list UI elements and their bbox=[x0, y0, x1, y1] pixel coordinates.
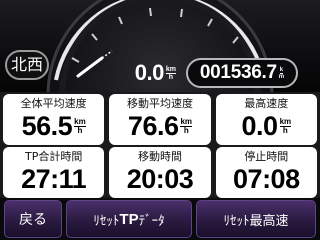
bottom-button-bar: 戻る ﾘｾｯﾄ TP ﾃﾞｰﾀ ﾘｾｯﾄ最高速 bbox=[0, 198, 320, 240]
stat-value: 20:03 bbox=[126, 164, 194, 194]
stat-moving-average-speed: 移動平均速度 76.6 km h bbox=[109, 94, 211, 145]
stat-value: 27:11 bbox=[21, 164, 87, 194]
stats-row-speeds: 全体平均速度 56.5 km h 移動平均速度 76.6 km h 最高速度 0… bbox=[1, 94, 319, 145]
stat-value: 07:08 bbox=[233, 164, 300, 194]
speed-unit-bottom: h bbox=[168, 73, 174, 81]
stat-label: 停止時間 bbox=[244, 150, 289, 163]
dashboard-panel: 北西 0.0 km h 001536.7 k m bbox=[0, 0, 320, 92]
odometer-unit-top: k bbox=[279, 66, 284, 74]
stats-row-times: TP合計時間 27:11 移動時間 20:03 停止時間 07:08 bbox=[1, 147, 319, 198]
stat-unit: km h bbox=[279, 116, 292, 135]
stat-stopped-time: 停止時間 07:08 bbox=[215, 147, 317, 198]
stat-unit: km h bbox=[180, 116, 193, 135]
stat-label: 全体平均速度 bbox=[20, 97, 87, 110]
stat-label: TP合計時間 bbox=[24, 150, 83, 163]
speed-unit: km h bbox=[165, 65, 176, 81]
current-speed: 0.0 km h bbox=[104, 62, 176, 84]
current-speed-value: 0.0 bbox=[134, 60, 165, 85]
stat-value: 56.5 bbox=[21, 111, 73, 141]
odometer-unit-bottom: m bbox=[278, 73, 285, 80]
reset-tp-bold: TP bbox=[119, 210, 139, 228]
speed-unit-top: km bbox=[165, 65, 176, 74]
stat-unit: km h bbox=[74, 116, 86, 135]
reset-trip-data-button[interactable]: ﾘｾｯﾄ TP ﾃﾞｰﾀ bbox=[66, 200, 192, 238]
odometer-value: 001536.7 bbox=[199, 62, 277, 83]
stat-label: 移動時間 bbox=[137, 150, 182, 163]
reset-tp-suffix: ﾃﾞｰﾀ bbox=[138, 213, 165, 229]
stat-moving-time: 移動時間 20:03 bbox=[109, 147, 211, 198]
stat-overall-average-speed: 全体平均速度 56.5 km h bbox=[3, 94, 105, 145]
stat-label: 最高速度 bbox=[244, 97, 289, 110]
stat-label: 移動平均速度 bbox=[126, 97, 193, 110]
trip-stats-grid: 全体平均速度 56.5 km h 移動平均速度 76.6 km h 最高速度 0… bbox=[0, 92, 320, 198]
reset-tp-prefix: ﾘｾｯﾄ bbox=[93, 213, 120, 229]
odometer: 001536.7 k m bbox=[186, 58, 298, 88]
back-button[interactable]: 戻る bbox=[4, 200, 62, 238]
stat-max-speed: 最高速度 0.0 km h bbox=[215, 94, 317, 145]
stat-total-trip-time: TP合計時間 27:11 bbox=[3, 147, 105, 198]
stat-value: 76.6 bbox=[127, 111, 179, 141]
reset-max-speed-button[interactable]: ﾘｾｯﾄ最高速 bbox=[196, 200, 316, 238]
odometer-unit: k m bbox=[279, 67, 284, 80]
compass-heading: 北西 bbox=[5, 50, 49, 80]
stat-value: 0.0 bbox=[241, 111, 279, 141]
